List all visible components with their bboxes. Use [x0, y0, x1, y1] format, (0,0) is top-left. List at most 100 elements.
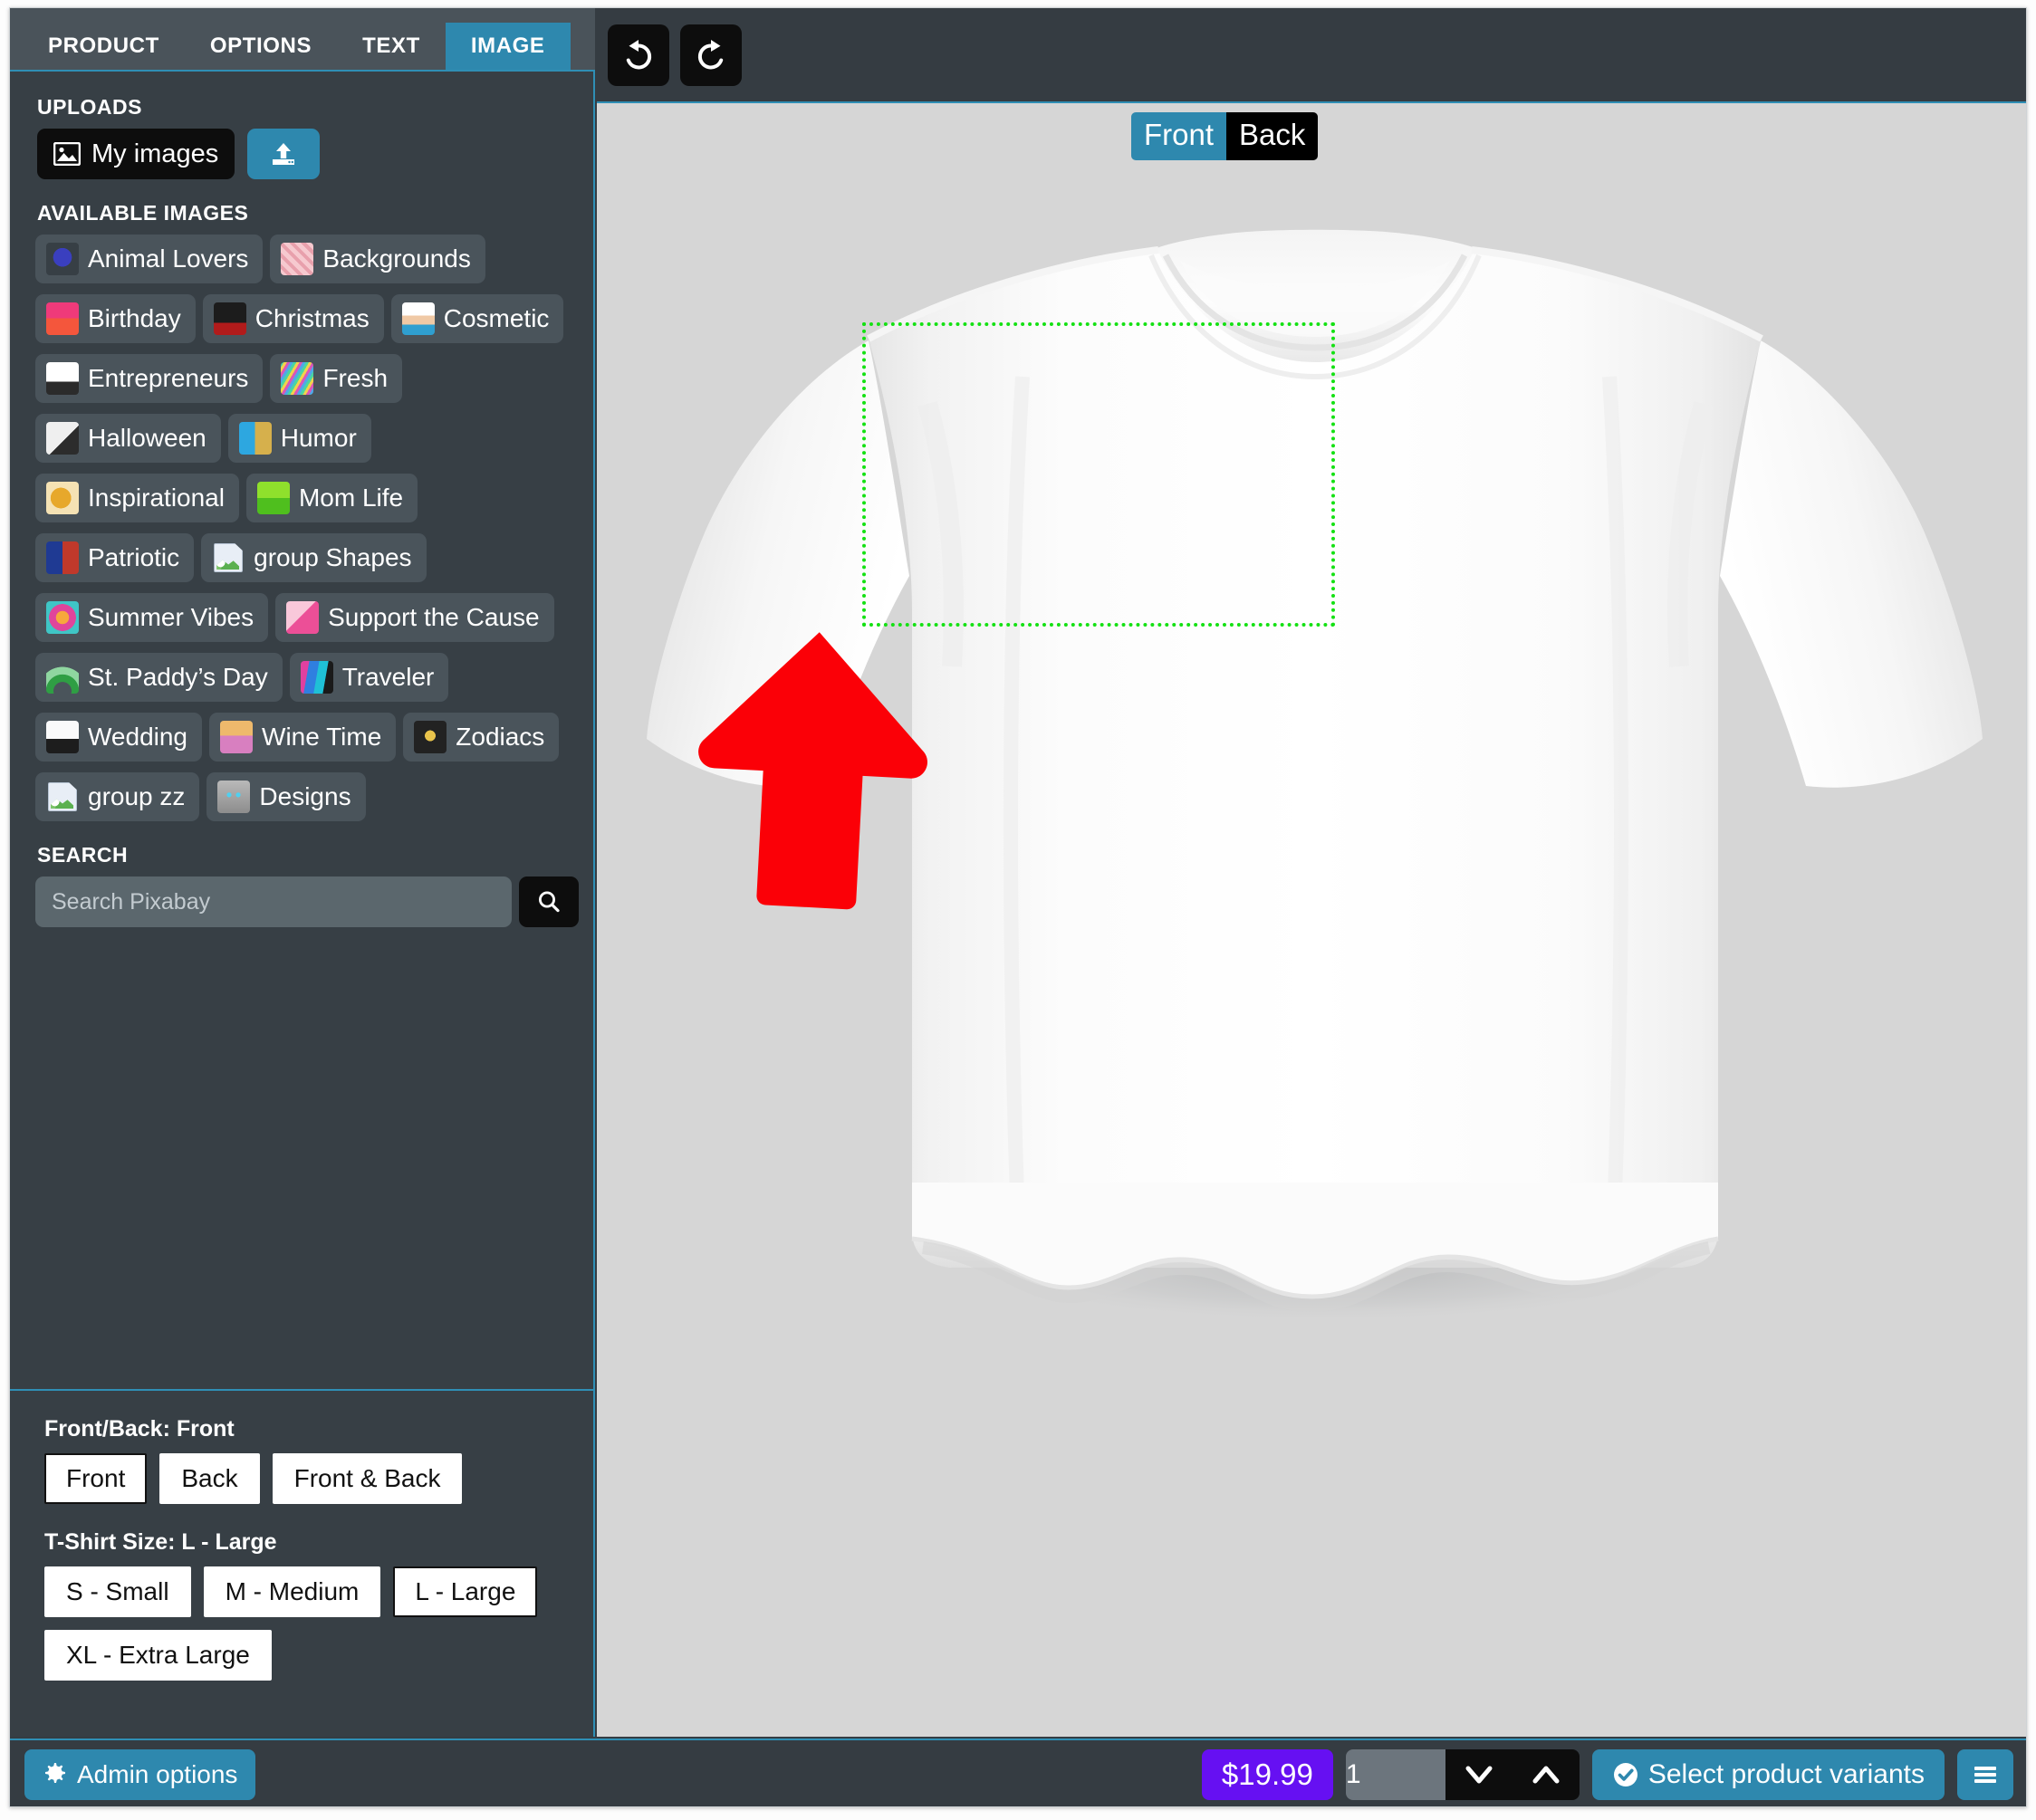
category-chip[interactable]: Wedding	[35, 713, 203, 762]
view-back-button[interactable]: Back	[1226, 112, 1319, 160]
size-button-group: S - Small M - Medium L - Large XL - Extra L…	[44, 1566, 552, 1681]
confetti-thumb	[281, 362, 314, 395]
category-chip[interactable]: Zodiacs	[403, 713, 560, 762]
size-option-s-small[interactable]: S - Small	[44, 1566, 191, 1617]
category-chip[interactable]: Christmas	[202, 294, 384, 343]
tshirt-mockup	[597, 105, 2026, 1737]
category-chip[interactable]: Fresh	[270, 354, 403, 403]
front-back-option-front[interactable]: Front	[44, 1453, 148, 1504]
tab-text[interactable]: TEXT	[337, 23, 446, 70]
category-chip[interactable]: Mom Life	[245, 474, 418, 522]
hamburger-menu-icon	[1972, 1764, 1999, 1786]
category-chip-label: Animal Lovers	[88, 244, 249, 273]
size-title: T-Shirt Size: L - Large	[44, 1529, 277, 1555]
size-option-m-medium[interactable]: M - Medium	[203, 1566, 381, 1617]
tab-image[interactable]: IMAGE	[445, 23, 571, 70]
cat-face-thumb	[217, 781, 251, 813]
category-chip-label: Halloween	[88, 424, 206, 452]
view-front-button[interactable]: Front	[1131, 112, 1227, 160]
category-chip[interactable]: Traveler	[289, 653, 449, 702]
left-sidebar: PRODUCT OPTIONS TEXT IMAGE UPLOADS My im…	[10, 8, 595, 1737]
category-chip-label: Humor	[280, 424, 357, 452]
check-circle-icon	[1612, 1761, 1639, 1788]
pink-ribbon-thumb	[286, 601, 320, 634]
select-product-variants-button[interactable]: Select product variants	[1591, 1748, 1945, 1800]
category-chip[interactable]: Patriotic	[35, 533, 195, 582]
product-options-panel: Front/Back: Front Front Back Front & Back …	[10, 1389, 593, 1737]
tab-bar: PRODUCT OPTIONS TEXT IMAGE	[10, 8, 595, 72]
product-designer-app: PRODUCT OPTIONS TEXT IMAGE UPLOADS My im…	[0, 0, 2036, 1820]
quantity-stepper	[1345, 1748, 1580, 1800]
category-chip[interactable]: Wine Time	[209, 713, 397, 762]
broken-image-icon	[46, 781, 79, 813]
undo-icon	[620, 37, 657, 73]
red-arrow-icon	[698, 632, 927, 910]
bee-honeycomb-thumb	[46, 482, 79, 514]
category-chip[interactable]: Backgrounds	[270, 235, 485, 283]
category-chip[interactable]: Humor	[227, 414, 371, 463]
chevron-up-icon	[1532, 1764, 1561, 1786]
design-stage[interactable]: Front Back	[597, 105, 2026, 1737]
category-chip[interactable]: Designs	[206, 772, 366, 821]
category-chip-label: Fresh	[322, 364, 389, 392]
redo-button[interactable]	[680, 24, 742, 86]
category-chip-label: group Shapes	[254, 543, 412, 571]
category-chip-label: Wine Time	[262, 723, 382, 751]
uploads-row: My images	[37, 129, 593, 179]
green-rainbow-thumb	[46, 661, 79, 694]
search-button[interactable]	[519, 876, 579, 927]
size-option-l-large[interactable]: L - Large	[393, 1566, 538, 1617]
admin-options-button[interactable]: Admin options	[24, 1748, 256, 1800]
chevron-down-icon	[1465, 1764, 1493, 1786]
category-chip-list: Animal Lovers Backgrounds Birthday Christma…	[35, 235, 579, 821]
front-back-option-front-back[interactable]: Front & Back	[272, 1453, 463, 1504]
quantity-increment-button[interactable]	[1512, 1748, 1580, 1800]
menu-button[interactable]	[1957, 1748, 2013, 1800]
redo-icon	[693, 37, 729, 73]
undo-button[interactable]	[608, 24, 669, 86]
try-jesus-thumb	[238, 422, 272, 455]
category-chip[interactable]: group zz	[35, 772, 200, 821]
category-chip[interactable]: Support the Cause	[275, 593, 554, 642]
category-chip-label: Wedding	[88, 723, 188, 751]
birthday-babe-thumb	[46, 302, 79, 335]
front-back-option-back[interactable]: Back	[159, 1453, 260, 1504]
my-images-button[interactable]: My images	[37, 129, 235, 179]
category-chip-label: St. Paddy’s Day	[88, 663, 268, 691]
category-chip[interactable]: Birthday	[35, 294, 196, 343]
category-chip[interactable]: Summer Vibes	[35, 593, 269, 642]
category-chip-label: Traveler	[341, 663, 435, 691]
upload-button[interactable]	[247, 129, 321, 179]
tab-product[interactable]: PRODUCT	[23, 23, 185, 70]
world-map-thumb	[300, 661, 333, 694]
category-chip-label: Cosmetic	[443, 304, 550, 332]
category-chip[interactable]: St. Paddy’s Day	[35, 653, 283, 702]
category-chip-label: Inspirational	[88, 484, 225, 512]
oct-31-thumb	[46, 422, 79, 455]
uploads-label: UPLOADS	[37, 95, 142, 119]
search-row	[35, 876, 593, 927]
category-chip[interactable]: group Shapes	[201, 533, 427, 582]
view-side-toggle: Front Back	[1131, 112, 1319, 160]
category-chip[interactable]: Halloween	[35, 414, 221, 463]
category-chip[interactable]: Inspirational	[35, 474, 239, 522]
tab-options[interactable]: OPTIONS	[185, 23, 337, 70]
artwork-red-arrow[interactable]	[686, 621, 939, 911]
quantity-decrement-button[interactable]	[1445, 1748, 1513, 1800]
canvas-toolbar	[597, 8, 2026, 103]
category-chip[interactable]: Animal Lovers	[35, 235, 264, 283]
print-area-guide	[862, 322, 1335, 627]
category-chip-label: Backgrounds	[322, 244, 471, 273]
price-display: $19.99	[1201, 1748, 1333, 1800]
size-option-xl-extra-large[interactable]: XL - Extra Large	[44, 1630, 272, 1681]
summer-vibes-thumb	[46, 601, 79, 634]
image-panel-body: UPLOADS My images AVAILABLE IMAGES Anima…	[10, 73, 593, 1388]
category-chip[interactable]: Cosmetic	[390, 294, 564, 343]
category-chip[interactable]: Entrepreneurs	[35, 354, 264, 403]
quantity-input[interactable]	[1345, 1748, 1445, 1800]
app-frame: PRODUCT OPTIONS TEXT IMAGE UPLOADS My im…	[9, 7, 2027, 1807]
merica-glasses-thumb	[46, 541, 79, 574]
front-back-title: Front/Back: Front	[44, 1416, 235, 1442]
search-input[interactable]	[35, 876, 512, 927]
category-chip-label: Summer Vibes	[88, 603, 254, 631]
